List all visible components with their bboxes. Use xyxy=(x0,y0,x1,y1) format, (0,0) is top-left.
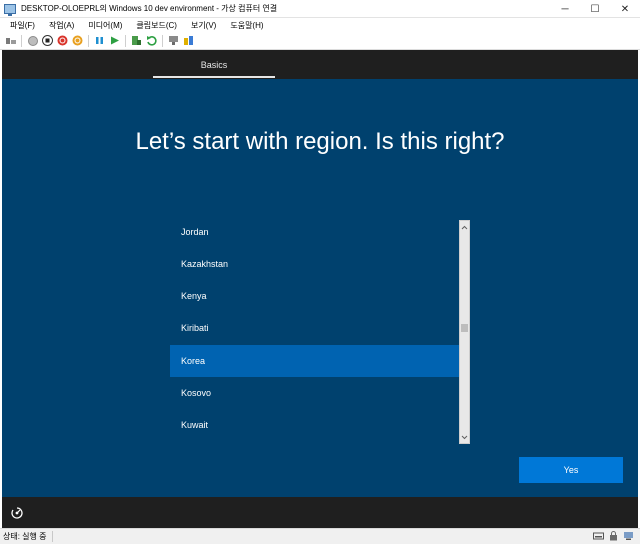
vm-screen[interactable]: Basics Let’s start with region. Is this … xyxy=(2,50,638,528)
save-icon[interactable] xyxy=(72,35,84,47)
vm-connection-icon xyxy=(4,3,16,16)
toolbar-separator xyxy=(125,34,126,47)
toolbar-separator xyxy=(21,34,22,47)
tab-basics[interactable]: Basics xyxy=(153,50,275,79)
enhanced-session-icon[interactable] xyxy=(168,35,180,47)
vm-status: 상태: 실행 중 xyxy=(3,532,47,541)
menu-media[interactable]: 미디어(M) xyxy=(88,20,122,31)
maximize-button[interactable]: ☐ xyxy=(580,0,610,18)
keyboard-icon xyxy=(593,532,604,540)
region-list-scrollbar[interactable] xyxy=(459,220,470,444)
oobe-top-bar: Basics xyxy=(2,50,638,79)
lock-icon xyxy=(610,531,617,541)
window-controls: ─ ☐ ✕ xyxy=(550,0,640,18)
turn-off-icon[interactable] xyxy=(42,35,54,47)
scroll-thumb[interactable] xyxy=(461,324,468,332)
toolbar-separator xyxy=(162,34,163,47)
ease-of-access-icon[interactable] xyxy=(10,506,24,520)
checkpoint-icon[interactable] xyxy=(131,35,143,47)
tab-underline xyxy=(153,76,275,78)
menu-clipboard[interactable]: 클립보드(C) xyxy=(136,20,177,31)
region-list[interactable]: Jordan Kazakhstan Kenya Kiribati Korea K… xyxy=(170,220,470,444)
title-bar: DESKTOP-OLOEPRL의 Windows 10 dev environm… xyxy=(0,0,640,18)
list-item[interactable]: Kiribati xyxy=(170,312,459,344)
list-item[interactable]: Kazakhstan xyxy=(170,248,459,280)
pause-icon[interactable] xyxy=(94,35,106,47)
menu-bar: 파일(F) 작업(A) 미디어(M) 클립보드(C) 보기(V) 도움말(H) xyxy=(0,18,640,32)
list-item[interactable]: Kuwait xyxy=(170,409,459,441)
list-item[interactable]: Kosovo xyxy=(170,377,459,409)
oobe-bottom-bar xyxy=(2,497,638,528)
menu-action[interactable]: 작업(A) xyxy=(49,20,74,31)
status-separator xyxy=(52,531,53,542)
list-item[interactable]: Jordan xyxy=(170,220,459,248)
shut-down-icon[interactable] xyxy=(57,35,69,47)
resume-icon[interactable] xyxy=(109,35,121,47)
page-title: Let’s start with region. Is this right? xyxy=(135,128,505,155)
list-item[interactable]: Kenya xyxy=(170,280,459,312)
yes-button[interactable]: Yes xyxy=(519,457,623,483)
share-icon[interactable] xyxy=(183,35,195,47)
network-icon xyxy=(624,532,633,540)
menu-help[interactable]: 도움말(H) xyxy=(230,20,263,31)
status-icons xyxy=(589,531,634,541)
close-button[interactable]: ✕ xyxy=(610,0,640,18)
revert-icon[interactable] xyxy=(146,35,158,47)
list-item-selected[interactable]: Korea xyxy=(170,345,459,377)
window-title: DESKTOP-OLOEPRL의 Windows 10 dev environm… xyxy=(21,4,278,13)
scroll-down-icon[interactable] xyxy=(460,432,469,442)
ctrl-alt-del-icon[interactable] xyxy=(5,35,17,47)
status-bar: 상태: 실행 중 xyxy=(0,528,640,544)
start-icon[interactable] xyxy=(27,35,39,47)
menu-view[interactable]: 보기(V) xyxy=(191,20,216,31)
minimize-button[interactable]: ─ xyxy=(550,0,580,18)
toolbar-separator xyxy=(88,34,89,47)
scroll-up-icon[interactable] xyxy=(460,222,469,232)
toolbar xyxy=(0,32,640,50)
menu-file[interactable]: 파일(F) xyxy=(10,20,35,31)
